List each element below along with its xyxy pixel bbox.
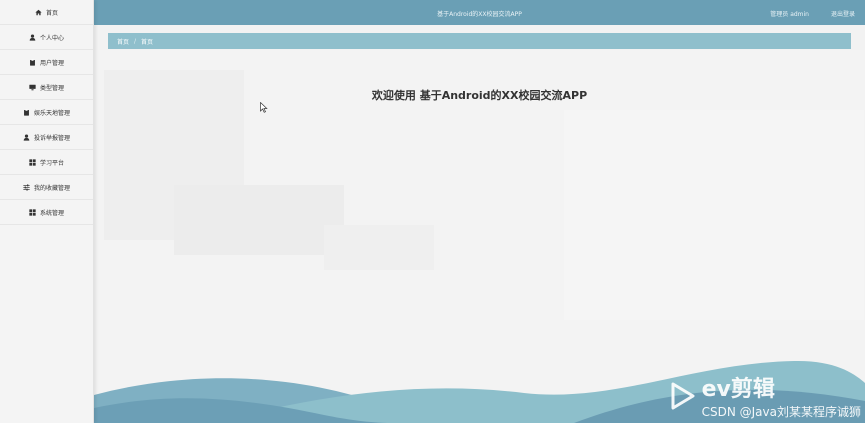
breadcrumb: 首页 / 首页 <box>108 33 851 49</box>
sidebar-item-favorites-management[interactable]: 我的收藏管理 <box>0 175 93 200</box>
background-panel <box>324 225 434 270</box>
sidebar-item-entertainment-management[interactable]: 娱乐天地管理 <box>0 100 93 125</box>
mouse-cursor-icon <box>260 102 268 113</box>
sidebar-item-label: 类型管理 <box>39 84 64 92</box>
user-icon <box>23 133 30 141</box>
welcome-heading: 欢迎使用 基于Android的XX校园交流APP <box>371 89 588 102</box>
sliders-icon <box>23 183 30 191</box>
home-icon <box>35 9 42 16</box>
sidebar-item-system-management[interactable]: 系统管理 <box>0 200 93 225</box>
sidebar-item-label: 首页 <box>45 9 58 17</box>
sidebar-item-label: 个人中心 <box>39 34 64 42</box>
sidebar-item-label: 系统管理 <box>39 209 64 217</box>
breadcrumb-home-link[interactable]: 首页 <box>117 37 129 46</box>
play-logo-icon <box>671 382 695 409</box>
breadcrumb-current: 首页 <box>141 38 154 46</box>
sidebar-item-user-management[interactable]: 用户管理 <box>0 50 93 75</box>
user-icon <box>29 33 36 41</box>
sidebar-item-label: 投诉举报管理 <box>33 134 70 142</box>
sidebar-item-label: 我的收藏管理 <box>33 184 70 192</box>
sidebar-item-study-platform[interactable]: 学习平台 <box>0 150 93 175</box>
breadcrumb-separator: / <box>134 37 137 45</box>
current-user: 管理员 admin <box>770 11 809 18</box>
main-content: 欢迎使用 基于Android的XX校园交流APP <box>94 50 865 423</box>
app-title: 基于Android的XX校园交流APP <box>437 11 522 18</box>
logout-link[interactable]: 退出登录 <box>831 9 855 18</box>
sidebar-item-label: 用户管理 <box>39 59 64 67</box>
background-panel <box>174 185 344 255</box>
sidebar-item-label: 娱乐天地管理 <box>33 109 70 117</box>
sidebar-item-label: 学习平台 <box>39 159 64 167</box>
sidebar-item-complaint-management[interactable]: 投诉举报管理 <box>0 125 93 150</box>
watermark-caption: CSDN @Java刘某某程序诚狮 <box>701 405 861 419</box>
sidebar: 首页 个人中心 用户管理 类型管理 娱乐天地管理 投诉举报管理 学习平台 我的收… <box>0 0 94 423</box>
sidebar-item-personal-center[interactable]: 个人中心 <box>0 25 93 50</box>
watermark-brand: ev剪辑 <box>701 377 775 402</box>
sidebar-item-home[interactable]: 首页 <box>0 0 93 25</box>
clipboard-icon <box>23 108 30 116</box>
sidebar-item-type-management[interactable]: 类型管理 <box>0 75 93 100</box>
background-panel <box>564 110 864 320</box>
monitor-icon <box>29 84 36 91</box>
grid-icon <box>29 158 36 166</box>
top-bar: 基于Android的XX校园交流APP 管理员 admin 退出登录 <box>94 0 865 25</box>
watermark: ev剪辑 CSDN @Java刘某某程序诚狮 <box>670 371 861 420</box>
clipboard-icon <box>29 58 36 66</box>
grid-icon <box>29 208 36 216</box>
watermark-text-group: ev剪辑 CSDN @Java刘某某程序诚狮 <box>702 371 861 420</box>
